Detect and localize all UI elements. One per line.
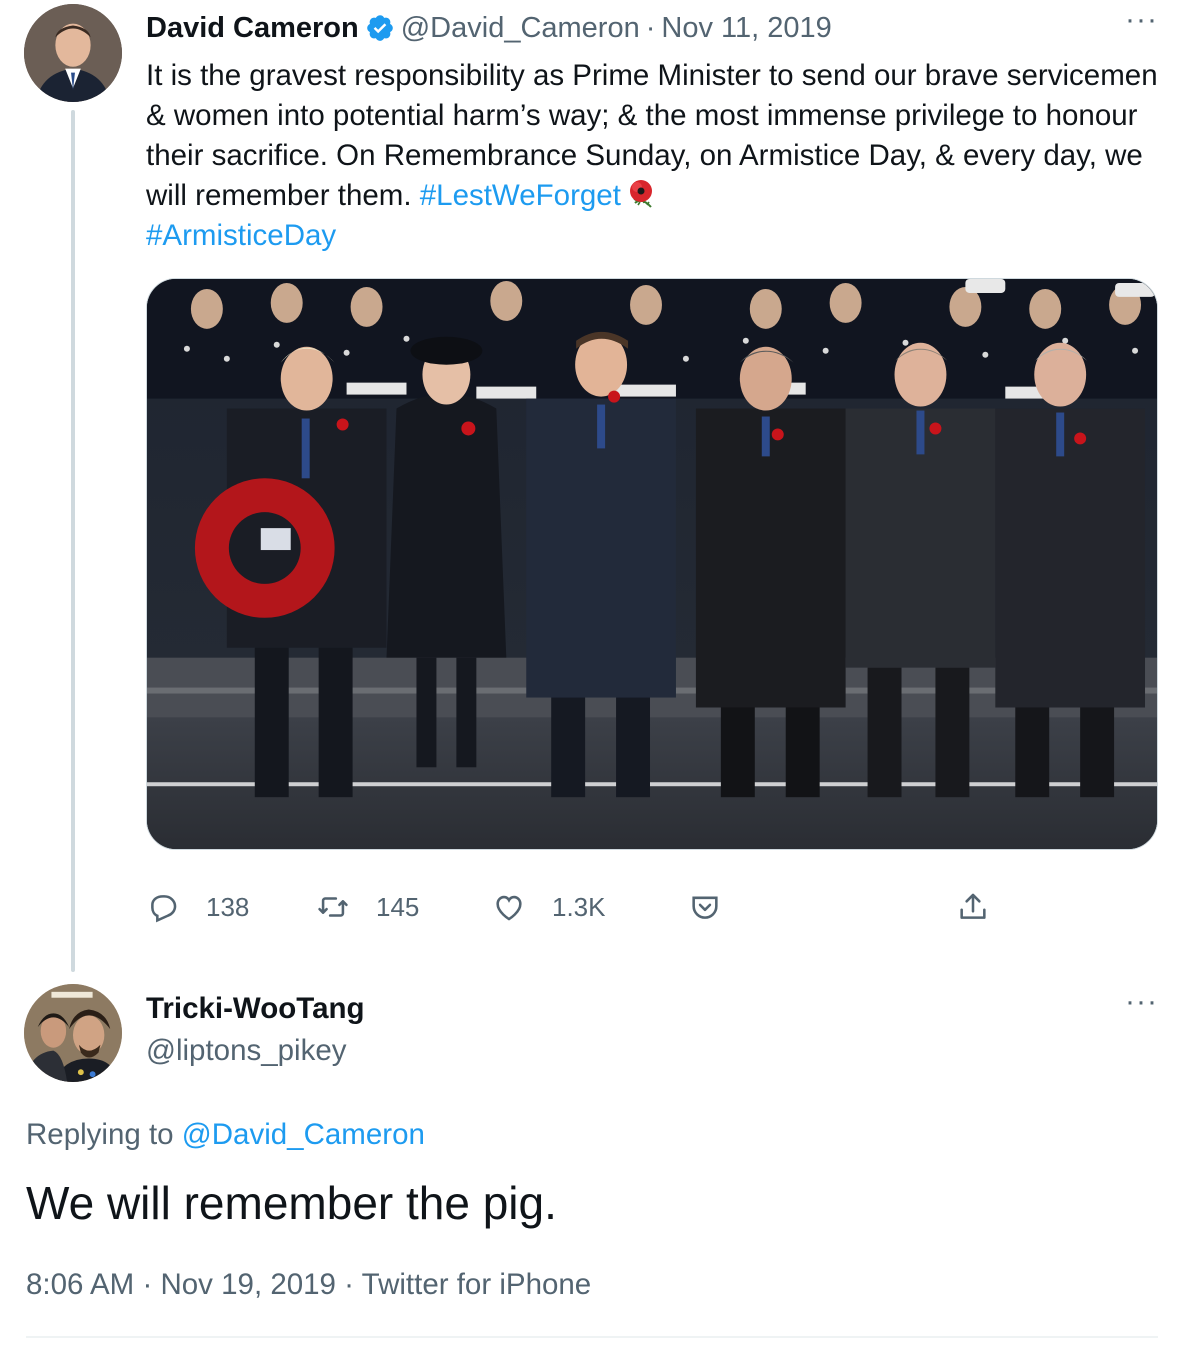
reply-metadata: 8:06 AM · Nov 19, 2019 · Twitter for iPh… <box>26 1268 591 1302</box>
like-button[interactable]: 1.3K <box>492 884 606 930</box>
retweet-icon <box>318 897 348 917</box>
reply-author-name[interactable]: Tricki-WooTang <box>146 992 365 1026</box>
thread-connector-line <box>71 110 75 972</box>
reply-more-options-icon[interactable]: ··· <box>1125 987 1158 1017</box>
header-separator: · <box>645 11 656 44</box>
reply-text: We will remember the pig. <box>26 1177 557 1229</box>
tweet-media-image[interactable] <box>146 278 1158 850</box>
verified-badge-icon <box>365 13 395 43</box>
bottom-divider <box>26 1336 1158 1338</box>
hashtag-lestweforget[interactable]: #LestWeForget <box>420 179 621 212</box>
reply-source[interactable]: Twitter for iPhone <box>362 1268 592 1301</box>
replying-to-line: Replying to @David_Cameron <box>26 1118 425 1152</box>
author-name[interactable]: David Cameron <box>146 12 359 45</box>
replying-to-prefix: Replying to <box>26 1118 174 1151</box>
reply-author-handle[interactable]: @liptons_pikey <box>146 1034 347 1068</box>
replying-to-mention[interactable]: @David_Cameron <box>182 1118 425 1151</box>
reply-count: 138 <box>206 891 250 922</box>
reply-icon <box>151 895 177 923</box>
author-avatar[interactable] <box>24 4 122 102</box>
remembrance-photo <box>147 279 1157 849</box>
meta-separator: · <box>344 1268 354 1301</box>
more-options-icon[interactable]: ··· <box>1125 5 1158 35</box>
author-handle[interactable]: @David_Cameron <box>401 12 640 45</box>
like-count: 1.3K <box>552 891 606 922</box>
reply-author-avatar[interactable] <box>24 984 122 1082</box>
reply-time[interactable]: 8:06 AM <box>26 1268 134 1301</box>
tweet-text: It is the gravest responsibility as Prim… <box>146 56 1166 256</box>
reply-date[interactable]: Nov 19, 2019 <box>160 1268 336 1301</box>
avatar-image <box>24 4 122 102</box>
meta-separator: · <box>142 1268 153 1301</box>
avatar-image <box>24 984 122 1082</box>
reply-button[interactable]: 138 <box>146 884 249 930</box>
pocket-save-icon <box>692 896 718 919</box>
retweet-count: 145 <box>376 891 420 922</box>
retweet-button[interactable]: 145 <box>316 884 419 930</box>
tweet-actions-bar: 138 145 1.3K <box>146 884 1026 930</box>
bookmark-button[interactable] <box>688 884 748 930</box>
heart-icon <box>496 895 522 921</box>
tweet-date[interactable]: Nov 11, 2019 <box>661 12 831 45</box>
share-icon <box>960 893 986 919</box>
poppy-icon <box>625 177 659 211</box>
share-button[interactable] <box>956 884 1016 930</box>
hashtag-armisticeday[interactable]: #ArmisticeDay <box>146 219 336 252</box>
tweet-header: David Cameron @David_Cameron · Nov 11, 2… <box>146 8 832 48</box>
